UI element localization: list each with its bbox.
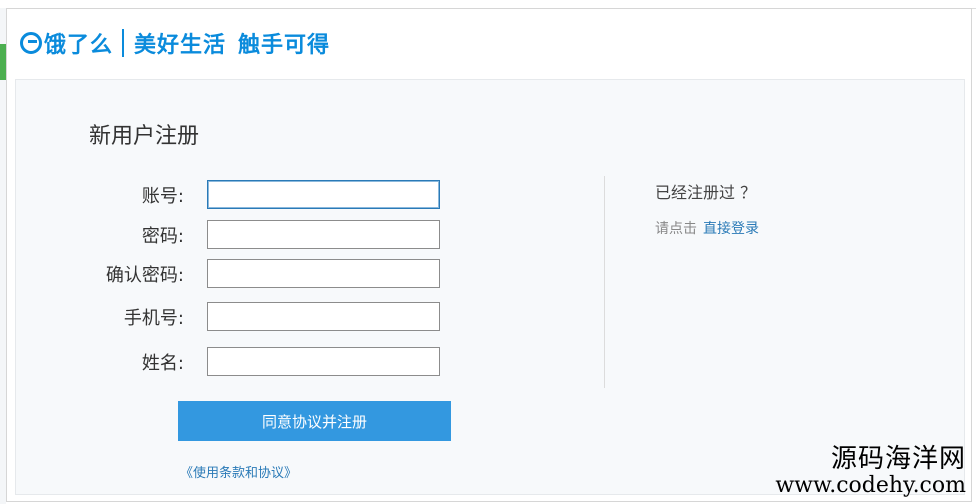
form-row-confirm-password: 确认密码: [16, 259, 616, 289]
confirm-password-input[interactable] [207, 259, 440, 288]
login-hint-text: 请点击 [655, 221, 697, 237]
form-row-name: 姓名: [16, 347, 616, 377]
password-label: 密码: [141, 226, 184, 247]
vertical-divider [604, 176, 605, 388]
logo-slogan: 美好生活 触手可得 [134, 27, 330, 59]
form-row-password: 密码: [16, 220, 616, 250]
account-label: 账号: [141, 186, 184, 207]
name-label: 姓名: [141, 353, 184, 374]
terms-link[interactable]: 《使用条款和协议》 [180, 462, 297, 481]
confirm-password-label: 确认密码: [105, 265, 184, 286]
register-dialog: 饿了么 美好生活 触手可得 新用户注册 账号: 密码: 确认密码: 手机号: 姓名… [6, 8, 972, 502]
logo-divider [122, 29, 125, 57]
form-row-phone: 手机号: [16, 302, 616, 332]
slogan-part-2: 触手可得 [238, 33, 331, 58]
already-registered-text: 已经注册过 ？ [655, 183, 757, 202]
password-input[interactable] [207, 220, 440, 249]
agree-and-register-button[interactable]: 同意协议并注册 [178, 401, 451, 441]
slogan-part-1: 美好生活 [134, 33, 227, 58]
register-panel: 新用户注册 账号: 密码: 确认密码: 手机号: 姓名: 同意协议并注册 《使用… [15, 79, 965, 495]
account-input[interactable] [207, 180, 440, 209]
login-hint: 请点击 直接登录 [655, 218, 759, 238]
eleme-logo-icon [20, 32, 42, 54]
watermark-url: www.codehy.com [775, 473, 966, 498]
phone-label: 手机号: [123, 308, 184, 329]
page-title: 新用户注册 [89, 124, 200, 149]
direct-login-link[interactable]: 直接登录 [703, 221, 759, 237]
dialog-header: 饿了么 美好生活 触手可得 [7, 9, 971, 79]
eleme-logo: 饿了么 美好生活 触手可得 [20, 27, 330, 59]
watermark-title: 源码海洋网 [830, 444, 966, 474]
name-input[interactable] [207, 347, 440, 376]
logo-text: 饿了么 [44, 33, 114, 58]
watermark: 源码海洋网 www.codehy.com [775, 444, 966, 498]
phone-input[interactable] [207, 302, 440, 331]
form-row-account: 账号: [16, 180, 616, 210]
